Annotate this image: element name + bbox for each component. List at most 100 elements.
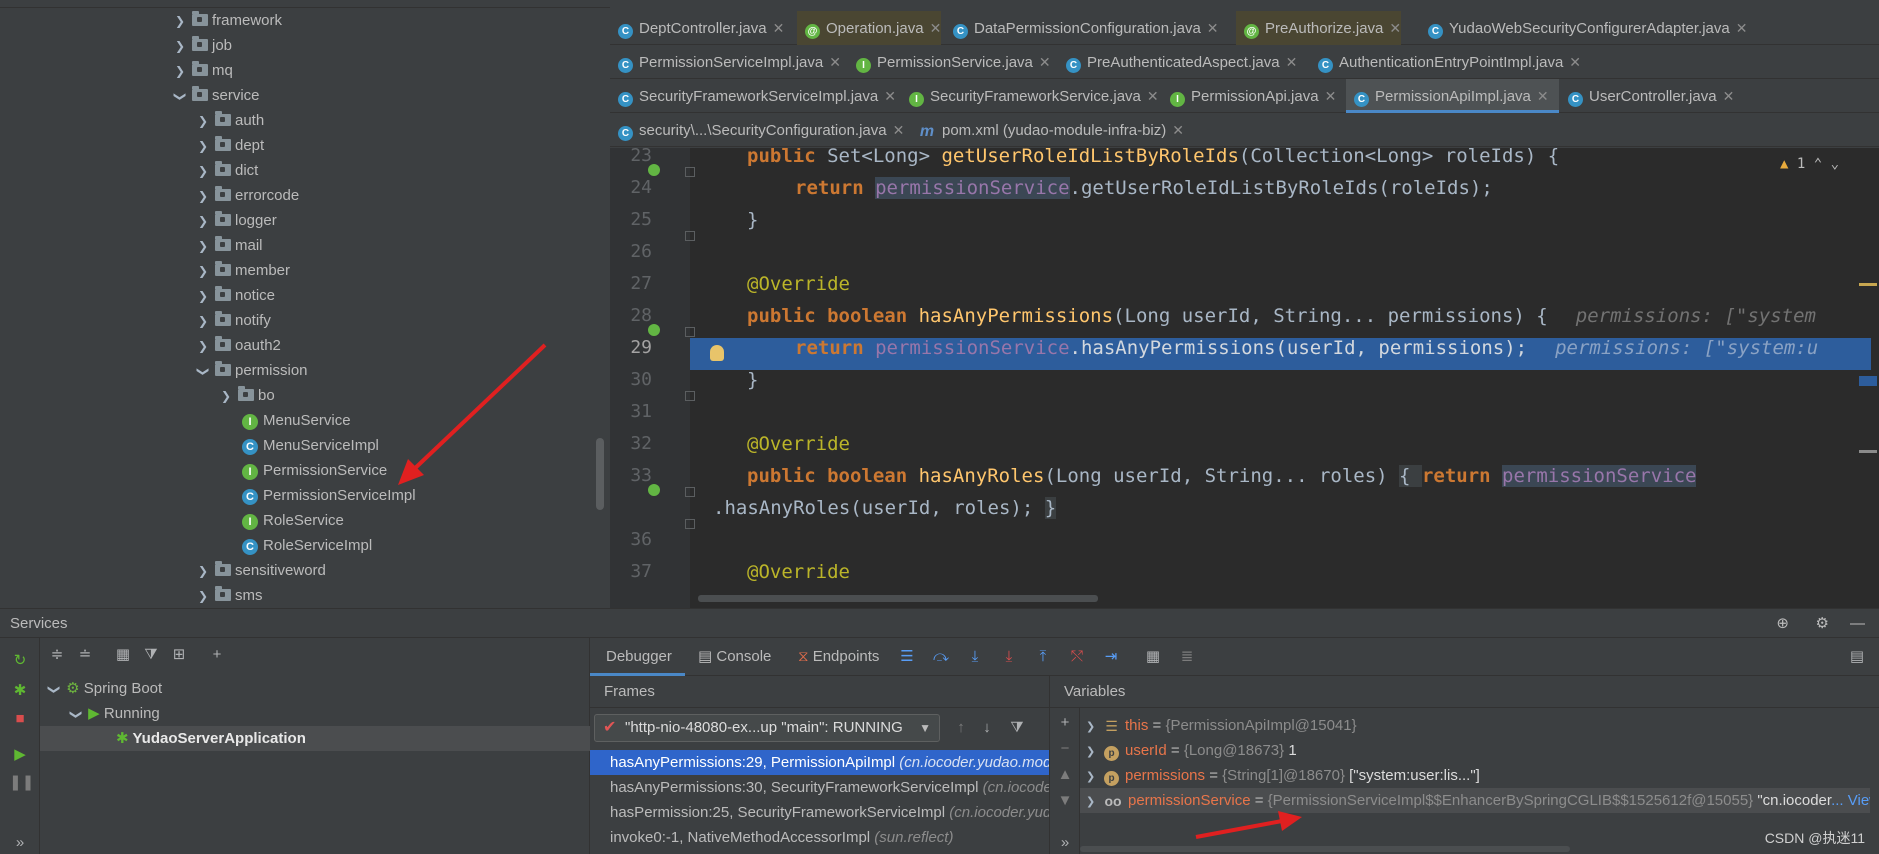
implements-marker-icon[interactable] — [648, 164, 660, 176]
chevron-right-icon[interactable]: ❯ — [195, 259, 211, 284]
arrow-down-icon[interactable]: ↓ — [976, 717, 998, 739]
tree-item-oauth2[interactable]: ❯ oauth2 — [195, 333, 281, 358]
close-icon[interactable]: ✕ — [1147, 88, 1159, 104]
tab-preauthenticatedaspect[interactable]: C PreAuthenticatedAspect.java ✕ — [1058, 45, 1297, 79]
fold-icon[interactable] — [685, 487, 695, 497]
tab-operation[interactable]: @ Operation.java ✕ — [797, 11, 942, 45]
close-icon[interactable]: ✕ — [773, 20, 785, 36]
group-icon[interactable]: ▦ — [112, 644, 134, 666]
chevron-right-icon[interactable]: ❯ — [195, 559, 211, 584]
variable-row[interactable]: ❯ p userId = {Long@18673} 1 — [1086, 738, 1876, 763]
stop-icon[interactable]: ■ — [9, 708, 31, 730]
frame-row[interactable]: hasPermission:25, SecurityFrameworkServi… — [590, 800, 1049, 825]
target-icon[interactable]: ⊕ — [1776, 609, 1789, 639]
step-over-icon[interactable]: ⤼ — [930, 646, 952, 668]
chevron-right-icon[interactable]: ❯ — [1086, 740, 1100, 763]
chevron-right-icon[interactable]: ❯ — [195, 209, 211, 234]
tree-item-job[interactable]: ❯ job — [172, 33, 232, 58]
tab-debugger[interactable]: Debugger — [590, 638, 685, 676]
chevron-right-icon[interactable]: ❯ — [195, 134, 211, 159]
remove-watch-icon[interactable]: − — [1054, 738, 1076, 760]
chevron-right-icon[interactable]: ❯ — [195, 284, 211, 309]
layout-icon[interactable]: ▤ — [1846, 646, 1868, 668]
tree-item-menuserviceimpl[interactable]: C MenuServiceImpl — [242, 433, 379, 458]
chevron-right-icon[interactable]: ❯ — [195, 159, 211, 184]
pause-icon[interactable]: ❚❚ — [9, 772, 34, 794]
variable-row[interactable]: ❯ p permissions = {String[1]@18670} ["syst… — [1086, 763, 1876, 788]
close-icon[interactable]: ✕ — [930, 20, 942, 36]
tree-item-bo[interactable]: ❯ bo — [218, 383, 275, 408]
evaluate-expression-icon[interactable]: ▦ — [1142, 646, 1164, 668]
tab-permissionserviceimpl[interactable]: C PermissionServiceImpl.java ✕ — [610, 45, 841, 79]
more-icon[interactable]: » — [1054, 832, 1076, 854]
tab-datapermissionconfiguration[interactable]: C DataPermissionConfiguration.java ✕ — [945, 11, 1219, 45]
debug-icon[interactable]: ✱ — [9, 680, 31, 702]
chevron-right-icon[interactable]: ❯ — [1086, 765, 1100, 788]
tab-endpoints[interactable]: ⧖ Endpoints — [798, 638, 879, 676]
chevron-right-icon[interactable]: ❯ — [195, 309, 211, 334]
tree-item-member[interactable]: ❯ member — [195, 258, 290, 283]
chevron-right-icon[interactable]: ❯ — [195, 109, 211, 134]
move-down-icon[interactable]: ▼ — [1054, 790, 1076, 812]
more-icon[interactable]: » — [9, 832, 31, 854]
fold-icon[interactable] — [685, 327, 695, 337]
frame-row[interactable]: invoke0:-1, NativeMethodAccessorImpl (su… — [590, 825, 1049, 850]
frame-row[interactable]: hasAnyPermissions:29, PermissionApiImpl … — [590, 750, 1049, 775]
new-tab-icon[interactable]: ⊞ — [168, 644, 190, 666]
tab-authenticationentrypointimpl[interactable]: C AuthenticationEntryPointImpl.java ✕ — [1310, 45, 1581, 79]
run-to-cursor-icon[interactable]: ⇥ — [1100, 646, 1122, 668]
tree-item-roleserviceimpl[interactable]: C RoleServiceImpl — [242, 533, 372, 558]
step-into-icon[interactable]: ⤓ — [964, 646, 986, 668]
collapse-all-icon[interactable]: ≐ — [74, 644, 96, 666]
tree-item-notice[interactable]: ❯ notice — [195, 283, 275, 308]
service-yudaoserverapplication[interactable]: ✱ YudaoServerApplication — [40, 726, 590, 751]
close-icon[interactable]: ✕ — [1723, 88, 1735, 104]
tab-yudaowebsecurityconfigureradapter[interactable]: C YudaoWebSecurityConfigurerAdapter.java ✕ — [1420, 11, 1747, 45]
chevron-down-icon[interactable]: ❯ — [64, 707, 89, 723]
force-step-into-icon[interactable]: ⤓ — [998, 646, 1020, 668]
chevron-right-icon[interactable]: ❯ — [172, 34, 188, 59]
chevron-right-icon[interactable]: ❯ — [172, 9, 188, 34]
lightbulb-icon[interactable] — [710, 345, 724, 361]
filter-icon[interactable]: ⧩ — [140, 644, 162, 666]
tree-item-sensitiveword[interactable]: ❯ sensitiveword — [195, 558, 326, 583]
scroll-marker[interactable] — [1859, 283, 1877, 286]
tab-permissionservice[interactable]: I PermissionService.java ✕ — [848, 45, 1051, 79]
editor-horizontal-scrollbar[interactable] — [698, 595, 1098, 602]
close-icon[interactable]: ✕ — [1537, 88, 1549, 104]
close-icon[interactable]: ✕ — [1172, 122, 1184, 138]
tree-item-auth[interactable]: ❯ auth — [195, 108, 264, 133]
close-icon[interactable]: ✕ — [1207, 20, 1219, 36]
close-icon[interactable]: ✕ — [893, 122, 905, 138]
chevron-right-icon[interactable]: ❯ — [218, 384, 234, 409]
tree-item-dict[interactable]: ❯ dict — [195, 158, 258, 183]
code-editor[interactable]: 23 24 25 26 27 28 29 30 31 32 33 36 37 p… — [610, 148, 1879, 608]
chevron-right-icon[interactable]: ❯ — [172, 59, 188, 84]
resume-icon[interactable]: ▶ — [9, 744, 31, 766]
close-icon[interactable]: ✕ — [829, 54, 841, 70]
tab-permissionapi[interactable]: I PermissionApi.java ✕ — [1162, 79, 1336, 113]
scroll-marker[interactable] — [1859, 376, 1877, 386]
tab-securityconfiguration[interactable]: Csecurity\...\SecurityConfiguration.java… — [610, 113, 904, 147]
tree-item-framework[interactable]: ❯ framework — [172, 8, 282, 33]
move-up-icon[interactable]: ▲ — [1054, 764, 1076, 786]
tree-item-mq[interactable]: ❯ mq — [172, 58, 233, 83]
tree-item-logger[interactable]: ❯ logger — [195, 208, 277, 233]
close-icon[interactable]: ✕ — [1569, 54, 1581, 70]
add-icon[interactable]: + — [206, 644, 228, 666]
chevron-down-icon[interactable]: ❯ — [168, 89, 193, 105]
implements-marker-icon[interactable] — [648, 324, 660, 336]
tab-permissionapiimpl[interactable]: C PermissionApiImpl.java ✕ — [1346, 79, 1559, 113]
close-icon[interactable]: ✕ — [1325, 88, 1337, 104]
tree-item-menuservice[interactable]: I MenuService — [242, 408, 351, 433]
service-spring-boot[interactable]: ❯ ⚙ Spring Boot — [40, 676, 590, 701]
fold-icon[interactable] — [685, 167, 695, 177]
expand-all-icon[interactable]: ≑ — [46, 644, 68, 666]
variable-row[interactable]: ❯ ☰ this = {PermissionApiImpl@15041} — [1086, 713, 1876, 738]
chevron-right-icon[interactable]: ❯ — [1086, 790, 1100, 813]
chevron-down-icon[interactable]: ⌄ — [1831, 156, 1839, 172]
chevron-right-icon[interactable]: ❯ — [195, 334, 211, 359]
tab-console[interactable]: ▤ Console — [698, 638, 771, 676]
tab-preauthorize[interactable]: @ PreAuthorize.java ✕ — [1236, 11, 1402, 45]
chevron-right-icon[interactable]: ❯ — [195, 184, 211, 209]
